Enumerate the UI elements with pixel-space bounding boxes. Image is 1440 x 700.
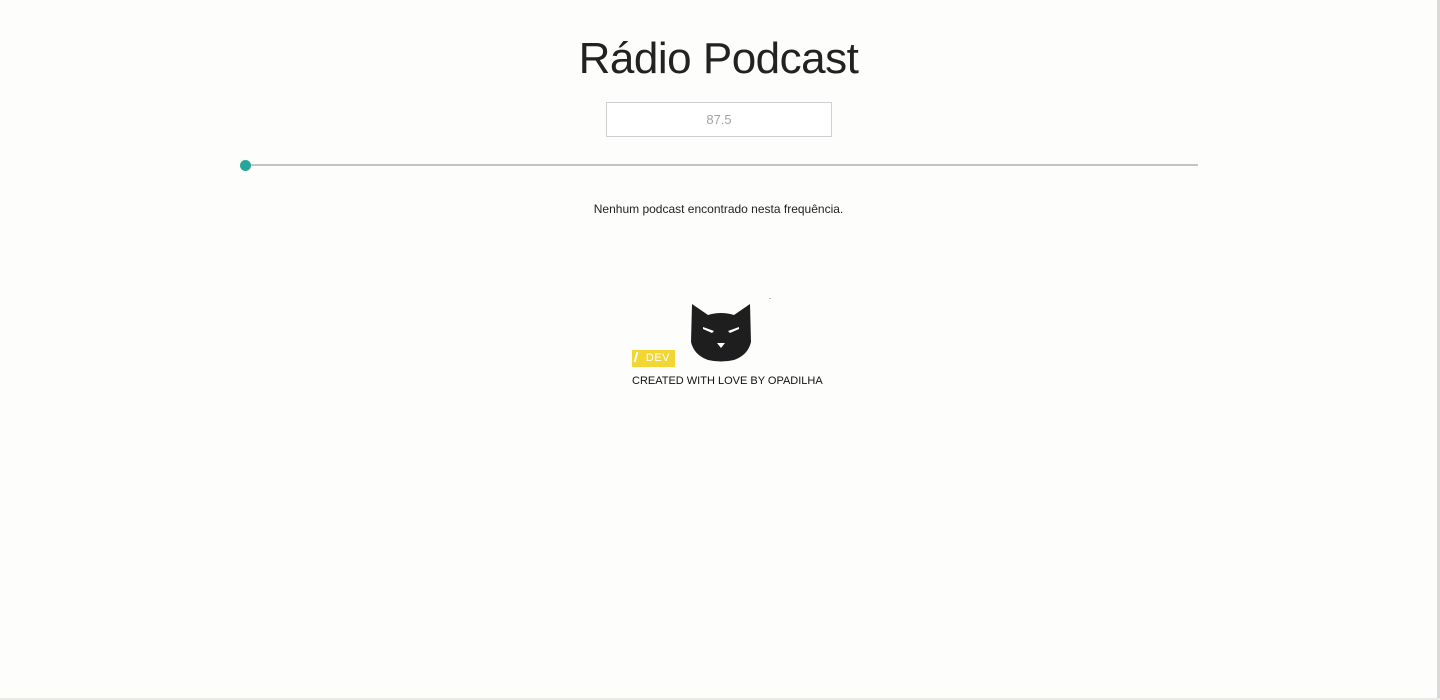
empty-results-message: Nenhum podcast encontrado nesta frequênc… xyxy=(593,202,844,216)
page-title: Rádio Podcast xyxy=(578,34,859,83)
slider-track[interactable] xyxy=(245,164,1198,166)
frequency-slider[interactable] xyxy=(240,158,1200,172)
cat-head-icon xyxy=(691,304,751,362)
footer-logo: DEV CREATED WITH LOVE BY OPADILHA xyxy=(630,296,823,391)
slider-thumb[interactable] xyxy=(240,160,251,171)
dev-badge: DEV xyxy=(632,350,675,367)
decorative-dot xyxy=(769,298,771,299)
frequency-input[interactable] xyxy=(606,102,832,137)
slash-mark xyxy=(633,352,639,362)
credit-text: CREATED WITH LOVE BY OPADILHA xyxy=(632,375,823,387)
dev-badge-label: DEV xyxy=(645,352,670,364)
